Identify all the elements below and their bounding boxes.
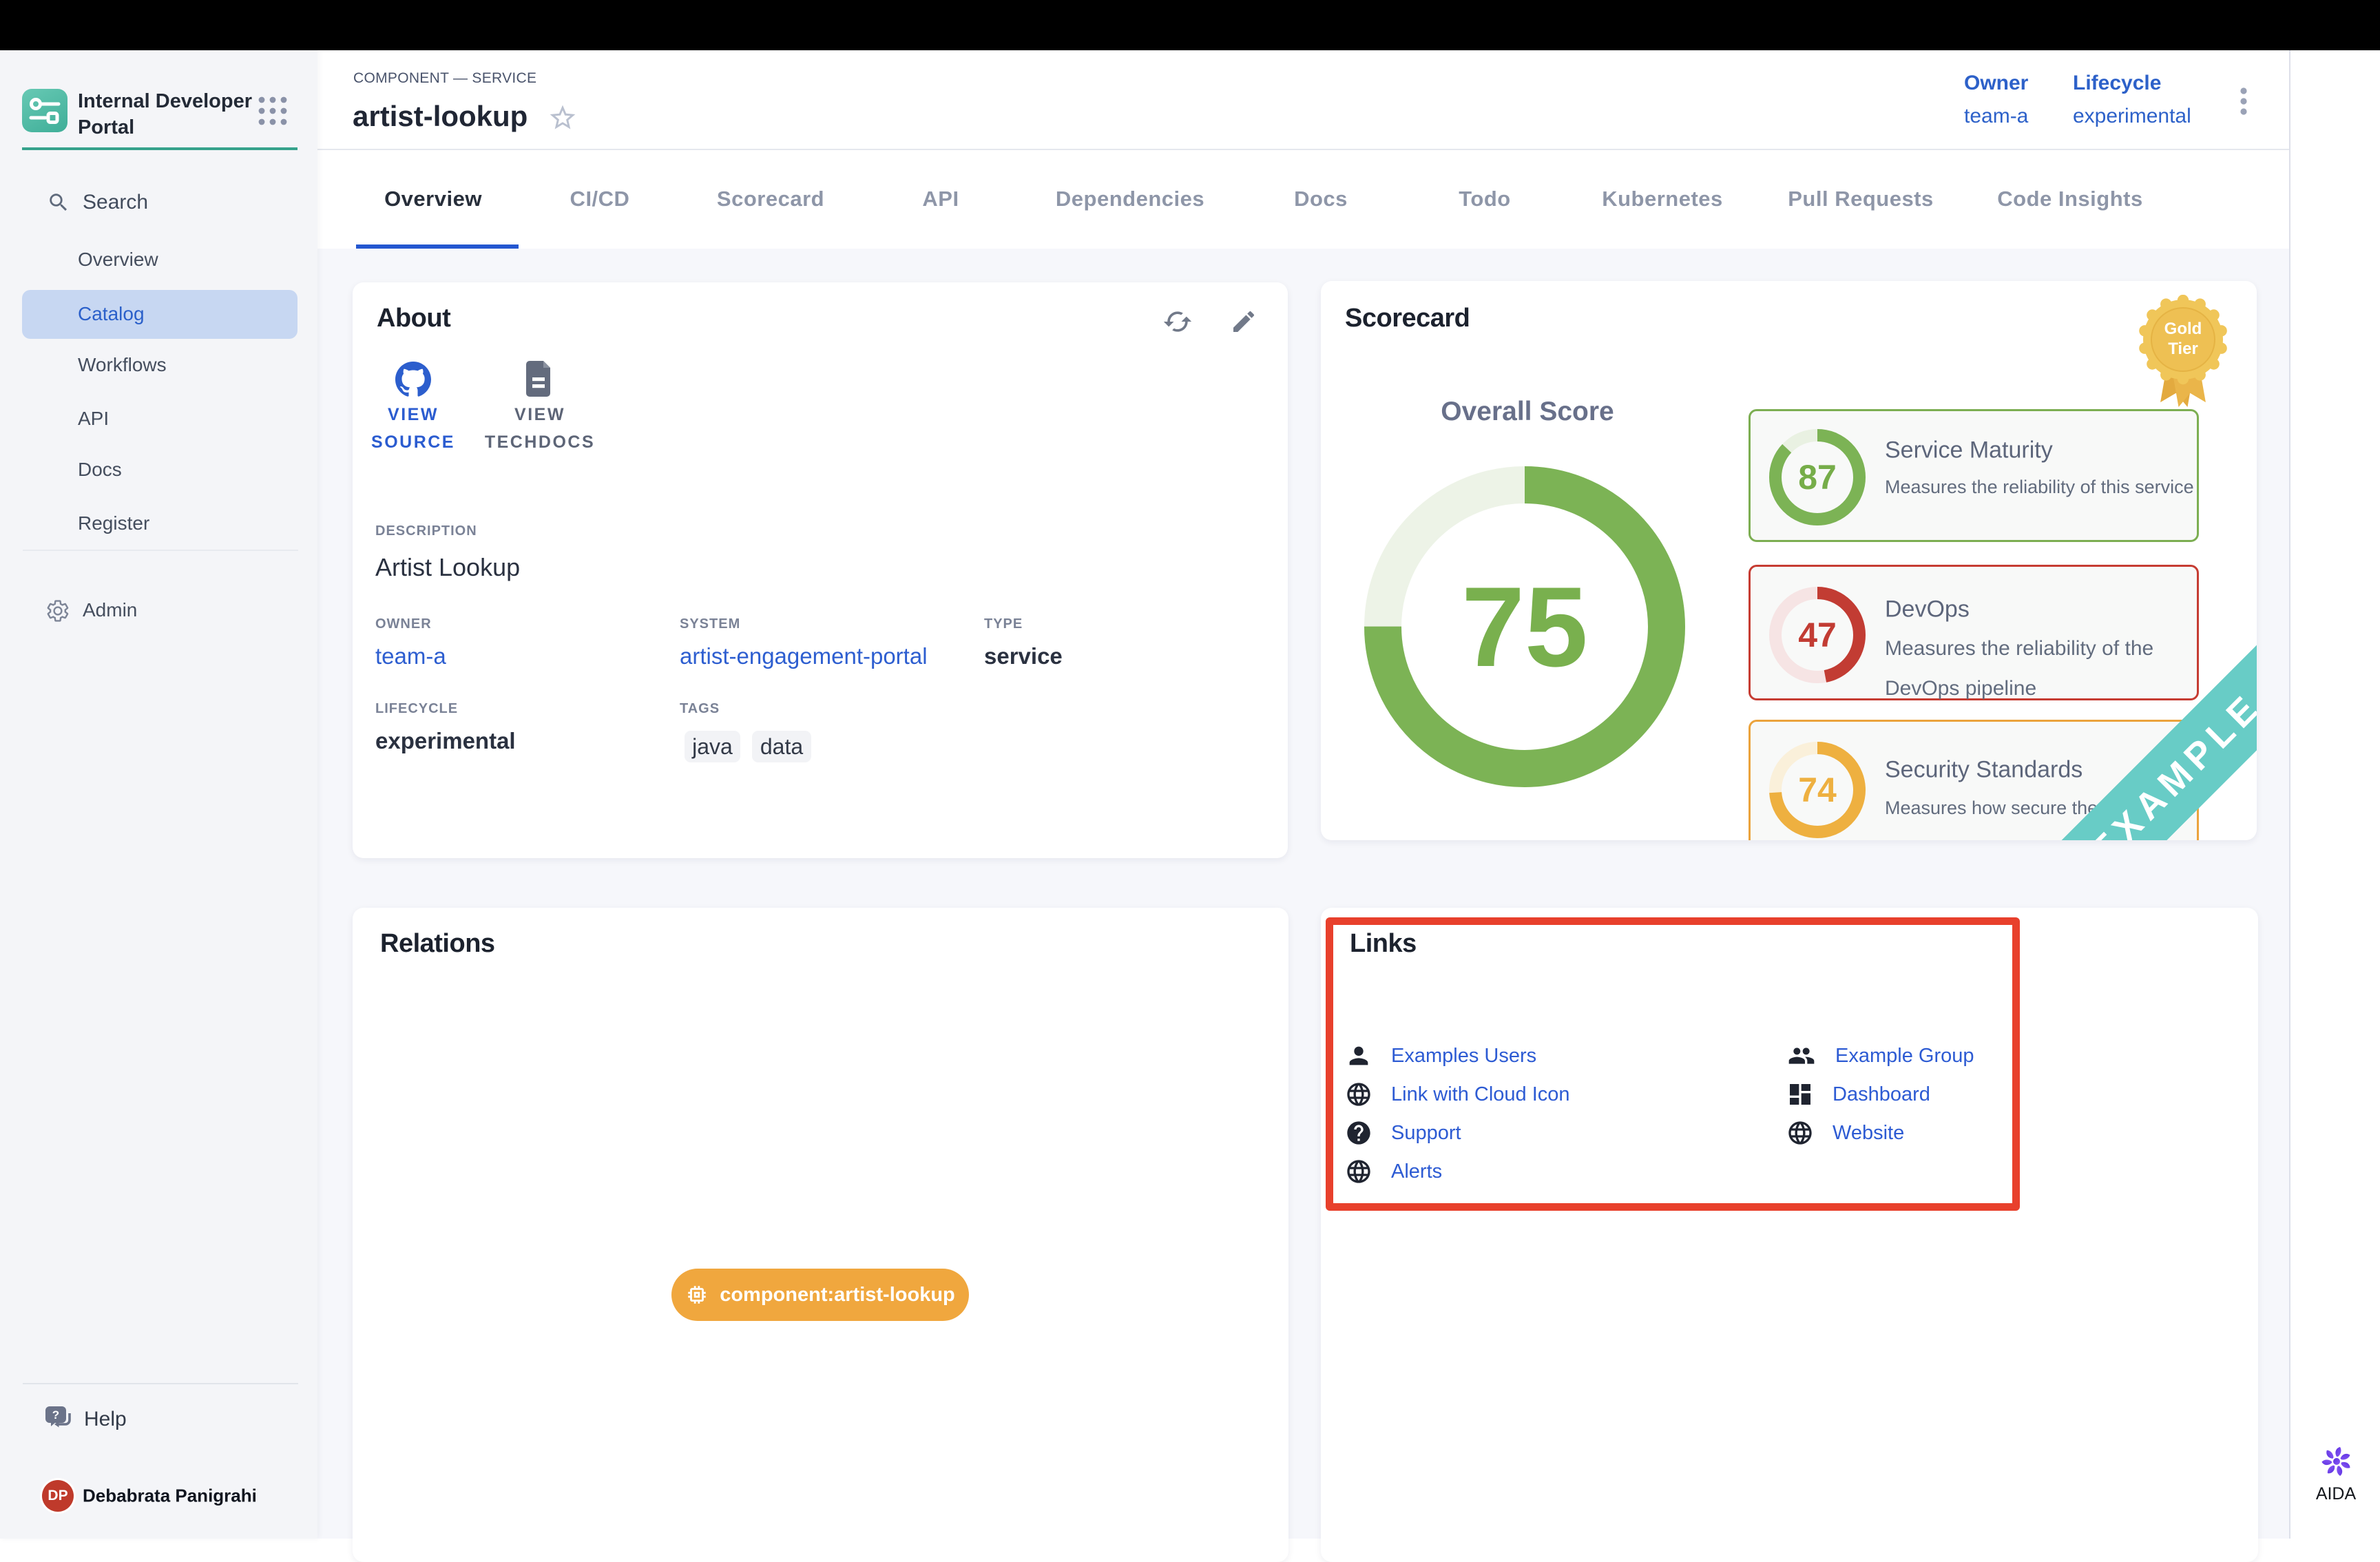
svg-text:?: ? [52,1408,59,1422]
svg-text:Tier: Tier [2168,340,2198,358]
svg-text:Gold: Gold [2164,320,2202,338]
